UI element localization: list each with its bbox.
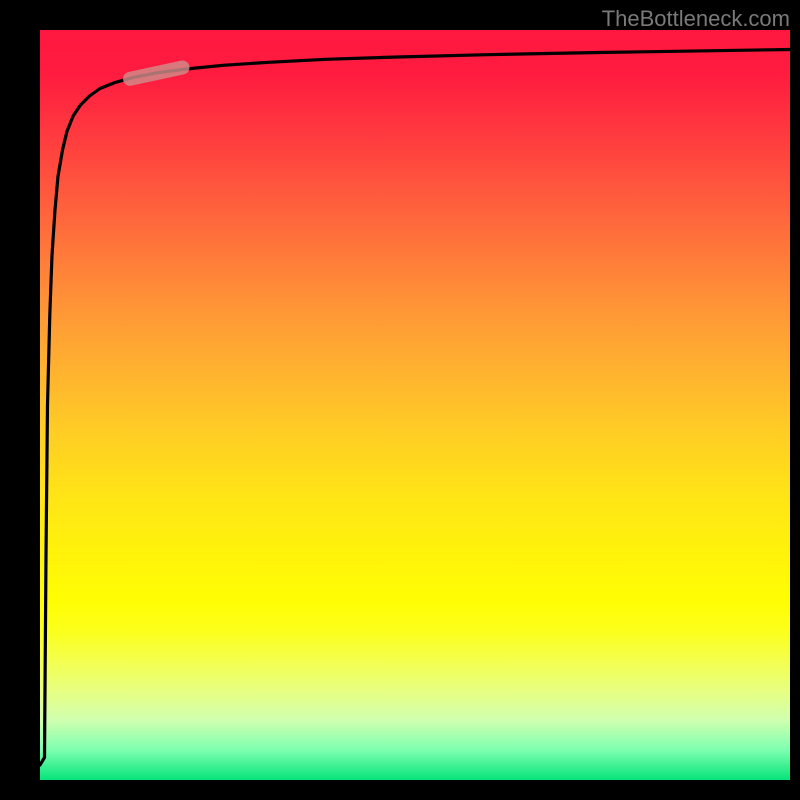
- chart-highlight-segment: [130, 68, 183, 79]
- chart-plot-area: [40, 30, 790, 780]
- chart-curve-path: [40, 50, 790, 766]
- attribution-text: TheBottleneck.com: [602, 6, 790, 32]
- chart-curve-svg: [40, 30, 790, 780]
